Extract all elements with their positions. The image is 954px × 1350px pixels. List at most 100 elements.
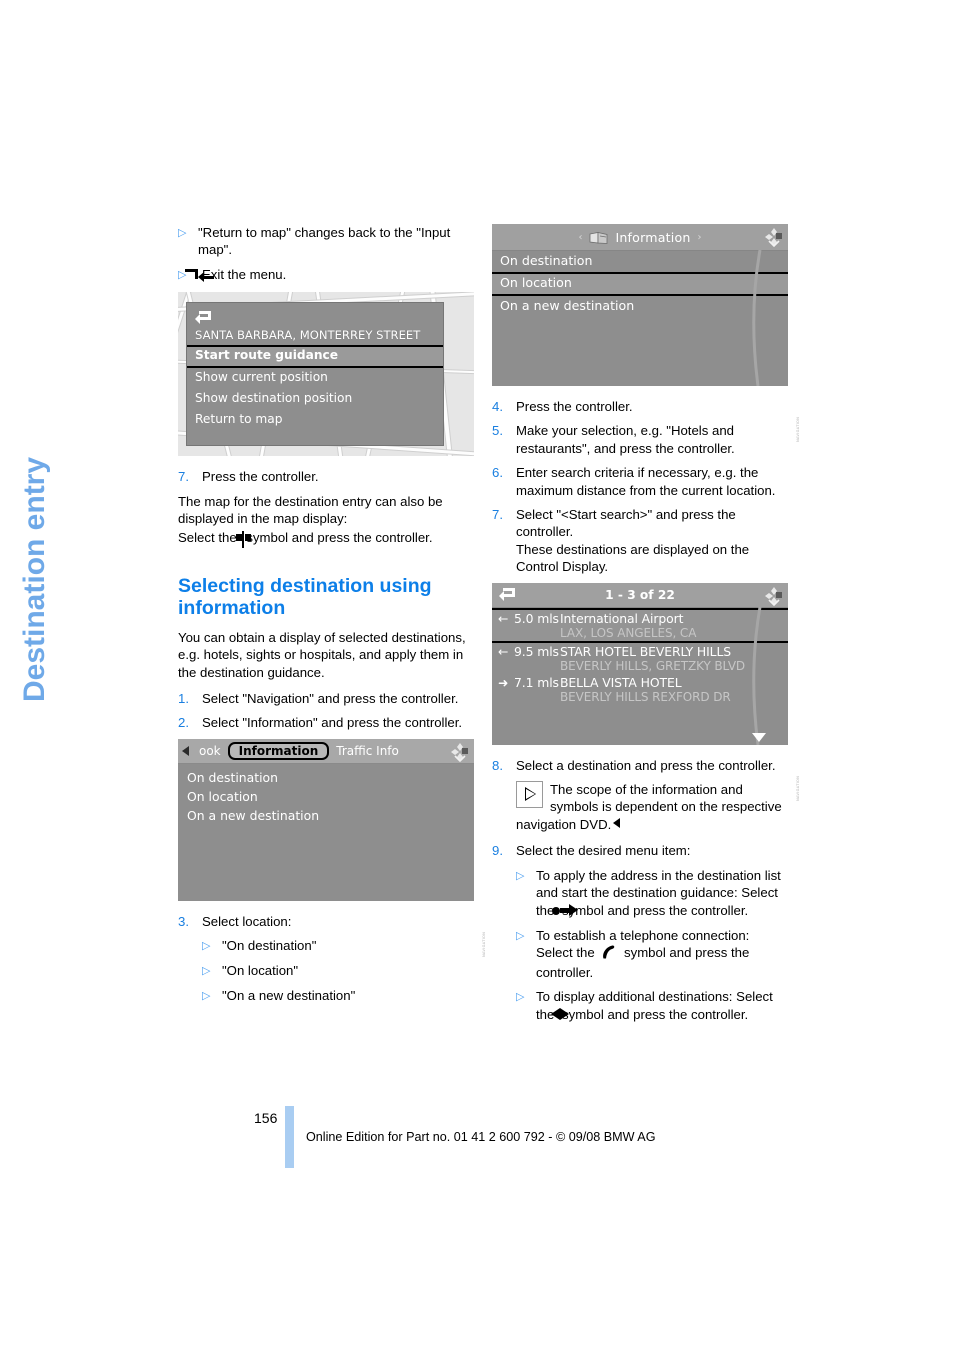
destination-name: International Airport: [560, 610, 684, 626]
step-text: Press the controller.: [516, 399, 633, 414]
screenshot-information-tabs: ook Information Traffic Info On destinat…: [178, 738, 486, 957]
figure-credit: NAVIGATION: [796, 416, 800, 442]
bullet-line-1: To display additional destinations:: [536, 989, 733, 1005]
bullet-return-to-map: ▷ "Return to map" changes back to the "I…: [178, 224, 474, 259]
step-text: Select "Information" and press the contr…: [202, 715, 463, 731]
phone-icon: [601, 945, 621, 962]
note-block: The scope of the information and symbols…: [516, 781, 788, 833]
step-3: 3. Select location:: [178, 913, 474, 930]
step-text: Enter search criteria if necessary, e.g.…: [516, 465, 776, 498]
step-number: 2.: [178, 715, 189, 731]
step-text: Press the controller.: [202, 469, 319, 485]
step-number: 1.: [178, 691, 189, 707]
information-header: ‹ Information ›: [492, 224, 788, 251]
back-arrow-icon[interactable]: [499, 588, 515, 601]
triangle-bullet-icon: ▷: [516, 929, 525, 942]
figure-credit: NAVIGATION: [796, 775, 800, 801]
step-7-left: 7. Press the controller.: [178, 468, 474, 485]
compass-icon: [764, 227, 782, 248]
scrollbar-curve: [744, 250, 770, 386]
figure-credit: NAVIGATION: [482, 931, 486, 957]
list-item-on-a-new-destination[interactable]: On a new destination: [178, 806, 474, 825]
destination-name: STAR HOTEL BEVERLY HILLS: [560, 643, 732, 659]
pager-label: 1 - 3 of 22: [605, 587, 675, 602]
bullet-on-destination: ▷ "On destination": [202, 937, 474, 955]
footer-accent-bar: [285, 1106, 294, 1168]
footer-text: Online Edition for Part no. 01 41 2 600 …: [306, 1130, 656, 1144]
selected-address: SANTA BARBARA, MONTERREY STREET: [195, 328, 421, 343]
list-item-on-location[interactable]: On location: [178, 787, 474, 806]
triangle-bullet-icon: ▷: [202, 940, 211, 953]
tab-traffic-info[interactable]: Traffic Info: [329, 742, 406, 760]
list-header: 1 - 3 of 22: [492, 582, 788, 608]
step-9: 9. Select the desired menu item:: [492, 842, 788, 859]
book-icon: [589, 230, 609, 244]
bullet-text: "On destination": [222, 938, 317, 954]
bullet-select-suffix: symbol and press the controller.: [562, 1006, 749, 1022]
triangle-bullet-icon: ▷: [202, 965, 211, 978]
screenshot-map-context-menu: SANTA BARBARA, MONTERREY STREET Start ro…: [178, 292, 474, 457]
step-number: 6.: [492, 465, 503, 481]
bullet-text: "On a new destination": [222, 988, 356, 1004]
symbol-suffix-label: symbol and press the controller.: [246, 530, 433, 546]
menu-item-show-current-position[interactable]: Show current position: [187, 368, 443, 389]
scroll-left-icon[interactable]: [182, 745, 189, 756]
prev-chevron-icon[interactable]: ‹: [578, 232, 582, 243]
list-item-on-destination[interactable]: On destination: [178, 768, 474, 787]
triangle-bullet-icon: ▷: [516, 869, 525, 882]
tab-information[interactable]: Information: [227, 741, 330, 760]
destination-distance: 9.5 mls: [514, 643, 559, 659]
back-button[interactable]: [499, 585, 515, 604]
menu-item-start-route-guidance[interactable]: Start route guidance: [187, 345, 443, 369]
direction-arrow-icon: ←: [498, 610, 509, 626]
paragraph-map-display: The map for the destination entry can al…: [178, 493, 443, 527]
bullet-on-a-new-destination: ▷ "On a new destination": [202, 987, 474, 1005]
page-title: Selecting destination using information: [178, 574, 432, 619]
step-text: Select "<Start search>" and press the co…: [516, 507, 750, 575]
menu-item-show-destination-position[interactable]: Show destination position: [187, 389, 443, 410]
step-text: Make your selection, e.g. "Hotels and re…: [516, 423, 735, 456]
step-4: 4. Press the controller.: [492, 398, 788, 415]
split-screen-icon: [235, 531, 251, 549]
scroll-down-icon[interactable]: [752, 732, 766, 742]
step-text: Select a destination and press the contr…: [516, 757, 776, 773]
tab-bar: ook Information Traffic Info: [178, 738, 474, 764]
scrollbar-curve: [744, 606, 770, 745]
step-6: 6. Enter search criteria if necessary, e…: [492, 464, 788, 499]
bullet-text: "On location": [222, 963, 299, 979]
step-text: Select the desired menu item:: [516, 843, 691, 859]
tab-address-book[interactable]: ook: [192, 742, 228, 760]
bullet-line-1: To establish a telephone connection:: [536, 927, 750, 943]
triangle-bullet-icon: ▷: [202, 990, 211, 1003]
tab-body: On destination On location On a new dest…: [178, 764, 474, 825]
bullet-select-prefix: Select the: [536, 945, 595, 961]
screenshot-destination-list: 1 - 3 of 22 ← 5.0 mlsInternational Airpor…: [492, 582, 800, 801]
chapter-tab: Destination entry: [0, 220, 70, 720]
intro-paragraph: You can obtain a display of selected des…: [178, 629, 466, 680]
direction-arrow-icon: ←: [498, 643, 509, 659]
destination-distance: 7.1 mls: [514, 674, 559, 690]
step-number: 4.: [492, 399, 503, 414]
step-1: 1. Select "Navigation" and press the con…: [178, 690, 474, 707]
step-text: Select location:: [202, 913, 292, 929]
page-number: 156: [254, 1110, 278, 1126]
bullet-exit-menu: ▷ Exit the menu.: [178, 266, 474, 285]
map-context-panel: SANTA BARBARA, MONTERREY STREET Start ro…: [186, 302, 444, 447]
step-number: 8.: [492, 757, 503, 773]
step-number: 7.: [178, 469, 189, 485]
direction-arrow-icon: ➜: [498, 674, 509, 690]
back-arrow-icon[interactable]: [195, 311, 211, 324]
bullet-text: Exit the menu.: [202, 266, 287, 282]
note-end-marker-icon: [613, 817, 621, 828]
next-chevron-icon[interactable]: ›: [698, 232, 702, 243]
triangle-bullet-icon: ▷: [178, 227, 187, 239]
bullet-additional-destinations: ▷ To display additional destinations: Se…: [516, 988, 788, 1024]
step-text: Select "Navigation" and press the contro…: [202, 691, 459, 707]
step-number: 3.: [178, 913, 189, 929]
step-number: 7.: [492, 507, 503, 523]
note-text: The scope of the information and symbols…: [516, 782, 782, 832]
menu-item-return-to-map[interactable]: Return to map: [187, 410, 443, 431]
panel-back-row[interactable]: [187, 303, 443, 327]
bullet-telephone-connection: ▷ To establish a telephone connection: S…: [516, 927, 788, 981]
step-number: 5.: [492, 423, 503, 439]
